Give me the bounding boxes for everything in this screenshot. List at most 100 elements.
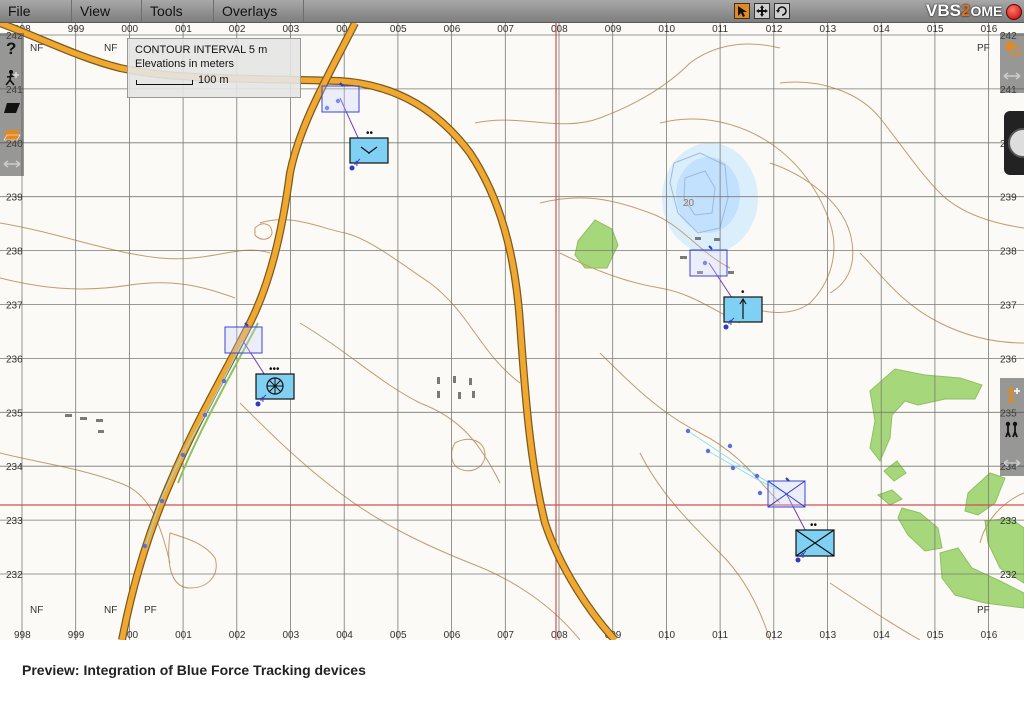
grid-label-x: 004 (336, 630, 353, 640)
map-canvas[interactable]: 9989989999990000000010010020020030030040… (0, 23, 1024, 640)
corner-label: PF (144, 605, 157, 616)
corner-label: PF (977, 605, 990, 616)
grid-label-y: 232 (6, 570, 23, 581)
svg-text:••: •• (366, 128, 374, 139)
building (96, 419, 103, 422)
zoom-layers-icon[interactable] (1003, 39, 1021, 57)
unit-symbol-infantry[interactable]: •• (795, 520, 835, 563)
add-unit-icon[interactable] (3, 69, 21, 87)
svg-text:••: •• (810, 520, 818, 531)
svg-text:?: ? (6, 39, 16, 57)
elevation-units-label: Elevations in meters (135, 58, 235, 70)
track-dot (730, 465, 736, 471)
unit-position-box[interactable] (689, 249, 728, 277)
help-icon[interactable]: ? (3, 39, 21, 58)
unit-symbol-wheeled[interactable]: ••• (255, 364, 295, 407)
building (695, 237, 701, 240)
map-legend: CONTOUR INTERVAL 5 m Elevations in meter… (127, 38, 301, 98)
grid-label-x: 008 (551, 24, 568, 35)
scale-bar (136, 80, 193, 85)
grid-label-y: 235 (6, 408, 23, 419)
file-menu[interactable]: File (0, 0, 72, 22)
grid-label-x: 000 (121, 24, 138, 35)
grid-label-y: 236 (1000, 354, 1017, 365)
water-area (662, 143, 758, 253)
building (472, 391, 475, 398)
unit-position-box[interactable] (224, 326, 263, 354)
select-arrow-icon[interactable] (734, 3, 750, 19)
menu-bar: File View Tools Overlays VBS2OME (0, 0, 1024, 23)
grid-label-x: 016 (981, 24, 998, 35)
expand-arrows-icon[interactable] (1003, 67, 1021, 85)
left-toolbar: ? (0, 33, 24, 176)
overlays-menu[interactable]: Overlays (214, 0, 304, 22)
group-icon[interactable] (1003, 420, 1021, 438)
buildings (65, 237, 734, 433)
contour-line (639, 452, 771, 640)
grid-label-x: 002 (229, 630, 246, 640)
right-toolbar-bottom (1000, 378, 1024, 476)
building (98, 430, 104, 433)
track-dot (754, 473, 760, 479)
contour-line (474, 43, 781, 125)
layers-icon[interactable] (3, 127, 21, 145)
add-soldier-icon[interactable] (1003, 386, 1021, 404)
pan-move-icon[interactable] (754, 3, 770, 19)
track-dot (685, 428, 691, 434)
grid-label-x: 008 (551, 630, 568, 640)
collapse-arrows-icon[interactable] (3, 155, 21, 173)
elevation-label: 20 (683, 198, 695, 209)
vegetation-patch (964, 472, 1006, 516)
expand-arrows-icon[interactable] (1003, 454, 1021, 472)
track-dots (142, 98, 763, 549)
corner-label: PF (977, 43, 990, 54)
corner-label: NF (104, 43, 117, 54)
track-dot (159, 498, 165, 504)
building (437, 377, 440, 384)
grid-label-y: 237 (1000, 301, 1017, 312)
contour-line (769, 162, 854, 294)
map-view[interactable]: 998 998 999 999 000 000 001 001 002 002 003 003 004 0… (0, 23, 1024, 640)
view-menu[interactable]: View (72, 0, 142, 22)
contour-line (0, 277, 236, 299)
grid-label-y: 239 (1000, 193, 1017, 204)
contour-line (254, 223, 273, 240)
unit-symbol-cavalry[interactable]: •• (349, 128, 389, 171)
tools-menu[interactable]: Tools (142, 0, 214, 22)
corner-label: NF (30, 43, 43, 54)
grid-label-x: 011 (712, 24, 728, 35)
track-dot (221, 378, 227, 384)
track-dot (202, 412, 208, 418)
close-icon[interactable] (1006, 4, 1022, 20)
caption: Preview: Integration of Blue Force Track… (22, 662, 366, 678)
building (714, 238, 720, 241)
track-dot (757, 490, 763, 496)
grid-label-x: 001 (175, 630, 192, 640)
grid-label-x: 009 (605, 24, 622, 35)
track-dot (180, 452, 186, 458)
compass-icon[interactable] (1004, 111, 1024, 175)
track-dot (727, 443, 733, 449)
contour-line (599, 352, 781, 504)
phase-lines (0, 23, 1024, 640)
grid-label-x: 003 (283, 24, 300, 35)
vegetation-patch (897, 507, 943, 552)
grid-label-y: 232 (1000, 570, 1017, 581)
grid-label-x: 007 (497, 24, 514, 35)
unit-position-box[interactable] (321, 85, 360, 113)
svg-text:•: • (741, 287, 745, 298)
scale-bar-label: 100 m (198, 74, 229, 86)
grid-label-y: 234 (6, 462, 23, 473)
building (65, 414, 72, 417)
refresh-icon[interactable] (774, 3, 790, 19)
contour-lines (0, 43, 1024, 640)
grid-label-y: 233 (1000, 516, 1017, 527)
building (469, 378, 472, 385)
building (437, 391, 440, 398)
grid-label-x: 012 (766, 630, 783, 640)
grid-label-y: 238 (6, 247, 23, 258)
layer-icon[interactable] (3, 99, 21, 117)
vegetation-patch (574, 219, 619, 269)
grid-label-x: 014 (873, 24, 890, 35)
building (458, 392, 461, 399)
